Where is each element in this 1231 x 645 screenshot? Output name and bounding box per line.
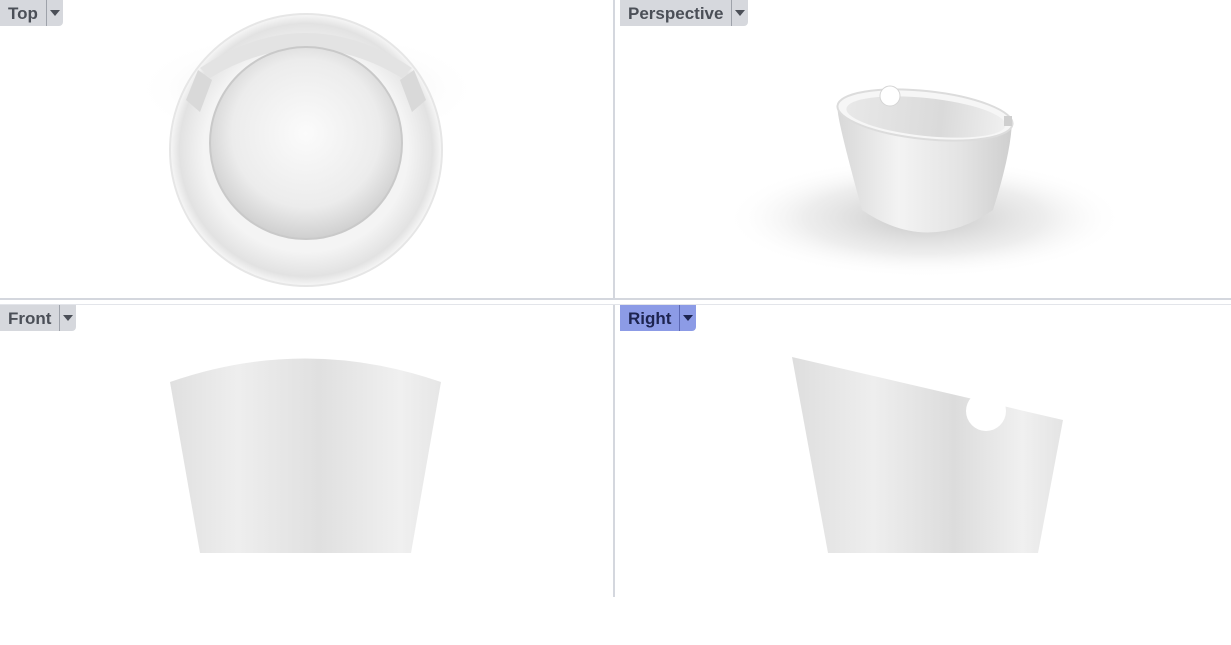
chevron-down-icon[interactable] <box>59 305 76 331</box>
perspective-view-model <box>725 85 1125 278</box>
viewport-label[interactable]: Top <box>0 0 46 26</box>
viewport-label[interactable]: Front <box>0 305 59 331</box>
chevron-down-icon[interactable] <box>679 305 696 331</box>
top-view-model <box>132 13 482 287</box>
viewport-tab-front[interactable]: Front <box>0 305 77 331</box>
viewport-label[interactable]: Right <box>620 305 679 331</box>
viewport-top[interactable]: Top <box>0 0 613 298</box>
viewport-tab-perspective[interactable]: Perspective <box>620 0 749 26</box>
front-view-model <box>170 358 441 553</box>
right-view-model <box>792 357 1063 553</box>
viewport-front[interactable]: Front <box>0 305 613 597</box>
chevron-down-icon[interactable] <box>45 0 63 26</box>
viewport-tab-top[interactable]: Top <box>0 0 63 26</box>
viewport-tab-right[interactable]: Right <box>620 305 697 331</box>
chevron-down-icon[interactable] <box>731 0 748 26</box>
viewport-right[interactable]: Right <box>620 305 1231 597</box>
viewport-label[interactable]: Perspective <box>620 0 731 26</box>
viewport-splitter-horizontal[interactable] <box>0 298 1231 305</box>
viewport-perspective[interactable]: Perspective <box>620 0 1231 298</box>
